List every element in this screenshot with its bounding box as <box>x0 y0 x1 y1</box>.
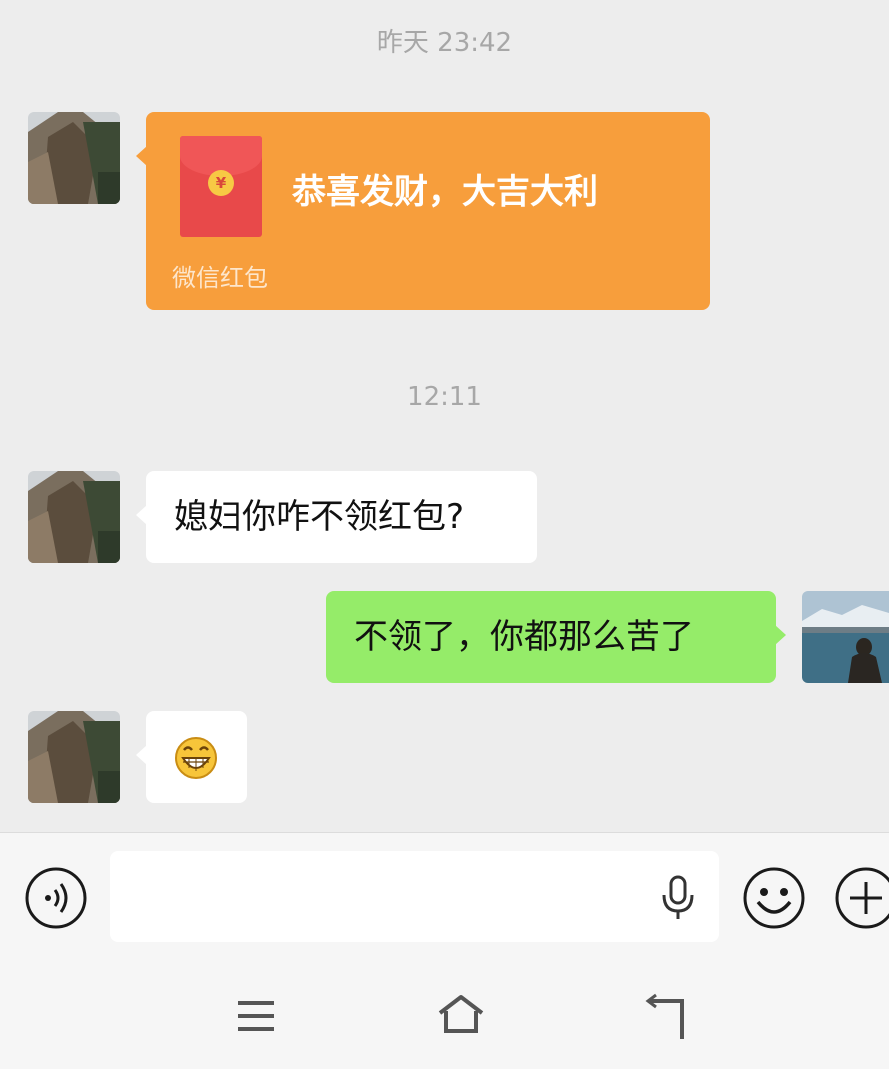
message-text: 不领了，你都那么苦了 <box>354 617 694 657</box>
avatar-image <box>28 471 120 563</box>
voice-icon[interactable] <box>24 866 88 930</box>
red-packet-title: 恭喜发财，大吉大利 <box>292 172 598 212</box>
system-nav-bar <box>0 957 889 1069</box>
plus-icon[interactable] <box>834 866 889 930</box>
contact-avatar[interactable] <box>28 471 120 563</box>
timestamp: 昨天 23:42 <box>376 28 513 58</box>
my-avatar[interactable] <box>802 591 889 683</box>
back-icon[interactable] <box>642 993 690 1041</box>
avatar-image <box>802 591 889 683</box>
avatar-image <box>28 711 120 803</box>
avatar-image <box>28 112 120 204</box>
contact-avatar[interactable] <box>28 711 120 803</box>
timestamp: 12:11 <box>407 382 482 412</box>
input-bar <box>0 832 889 958</box>
menu-icon[interactable] <box>236 999 276 1033</box>
chat-area[interactable]: 昨天 23:42 ¥ 恭喜发财，大吉大利 微信红包 12:11 媳妇你咋不领红包… <box>0 0 889 832</box>
red-envelope-icon: ¥ <box>180 136 262 237</box>
incoming-emoji-message[interactable] <box>136 711 247 803</box>
red-packet-label: 微信红包 <box>172 264 268 292</box>
emoji-icon[interactable] <box>742 866 806 930</box>
outgoing-message[interactable]: 不领了，你都那么苦了 <box>326 591 786 683</box>
message-input[interactable] <box>110 851 719 942</box>
contact-avatar[interactable] <box>28 112 120 204</box>
message-text: 媳妇你咋不领红包? <box>174 497 465 537</box>
incoming-message[interactable]: 媳妇你咋不领红包? <box>136 471 537 563</box>
microphone-icon[interactable] <box>660 875 696 921</box>
grinning-face-icon <box>175 737 217 779</box>
home-icon[interactable] <box>436 993 486 1035</box>
red-packet-message[interactable]: ¥ 恭喜发财，大吉大利 微信红包 <box>136 112 710 310</box>
yuan-coin-icon: ¥ <box>208 170 234 196</box>
